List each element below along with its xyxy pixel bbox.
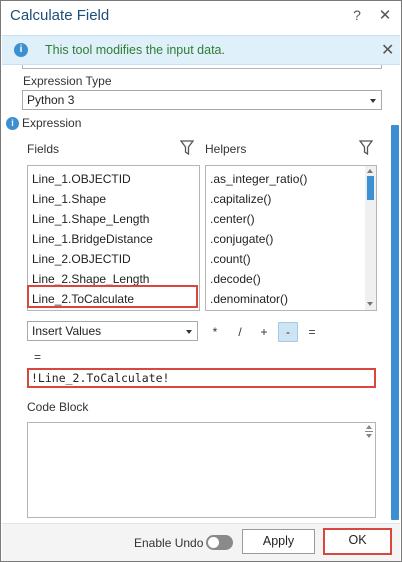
main-scrollbar[interactable] <box>390 65 400 523</box>
dialog-title: Calculate Field <box>10 7 110 24</box>
scroll-up-icon[interactable] <box>367 169 373 173</box>
title-bar: Calculate Field ? ✕ <box>1 1 401 33</box>
list-item[interactable]: Line_1.BridgeDistance <box>32 229 153 249</box>
list-item[interactable]: .decode() <box>210 269 261 289</box>
info-banner: i This tool modifies the input data. ✕ <box>2 35 400 65</box>
list-item[interactable]: .conjugate() <box>210 229 273 249</box>
toggle-knob <box>208 537 219 548</box>
ok-button[interactable]: OK <box>323 528 392 555</box>
enable-undo-toggle[interactable] <box>206 535 233 550</box>
divide-operator-button[interactable]: / <box>230 322 250 342</box>
list-item[interactable]: Line_1.OBJECTID <box>32 169 131 189</box>
selected-field-highlight <box>27 285 198 308</box>
list-item[interactable]: .capitalize() <box>210 189 271 209</box>
helpers-list[interactable]: .as_integer_ratio() .capitalize() .cente… <box>205 165 377 311</box>
apply-button[interactable]: Apply <box>242 529 315 554</box>
close-icon[interactable]: ✕ <box>377 6 393 24</box>
multiply-operator-button[interactable]: * <box>205 322 225 342</box>
insert-values-value: Insert Values <box>32 324 102 338</box>
expression-type-value: Python 3 <box>27 93 75 107</box>
subtract-operator-button[interactable]: - <box>278 322 298 342</box>
expression-type-label: Expression Type <box>23 74 112 88</box>
list-item[interactable]: Line_2.OBJECTID <box>32 249 131 269</box>
parameters-pane: Expression Type Python 3 i Expression Fi… <box>2 65 400 523</box>
fields-label: Fields <box>27 142 60 156</box>
info-icon: i <box>14 43 28 57</box>
helpers-label: Helpers <box>205 142 247 156</box>
banner-message: This tool modifies the input data. <box>45 43 225 57</box>
list-item[interactable]: .center() <box>210 209 255 229</box>
scroll-down-icon[interactable] <box>367 302 373 306</box>
main-scroll-thumb[interactable] <box>391 125 399 520</box>
expression-input[interactable]: !Line_2.ToCalculate! <box>27 368 376 388</box>
expression-label: Expression <box>22 116 82 130</box>
expression-info-icon[interactable]: i <box>6 117 19 130</box>
expression-type-select[interactable]: Python 3 <box>22 90 382 110</box>
help-icon[interactable]: ? <box>350 7 364 23</box>
helpers-scrollbar[interactable] <box>365 166 376 310</box>
list-item[interactable]: .denominator() <box>210 289 288 309</box>
add-operator-button[interactable]: + <box>254 322 274 342</box>
enable-undo-label: Enable Undo <box>134 536 204 550</box>
calculate-field-dialog: Calculate Field ? ✕ i This tool modifies… <box>0 0 402 562</box>
list-item[interactable]: Line_1.Shape_Length <box>32 209 149 229</box>
assignment-equals: = <box>34 350 42 364</box>
insert-values-select[interactable]: Insert Values <box>27 321 198 341</box>
expand-icon[interactable] <box>364 424 374 440</box>
code-block-input[interactable] <box>27 422 376 518</box>
fields-filter-icon[interactable] <box>180 140 194 156</box>
chevron-down-icon <box>186 330 192 334</box>
previous-field-input[interactable] <box>22 65 382 69</box>
banner-close-icon[interactable]: ✕ <box>381 40 394 60</box>
chevron-down-icon <box>370 99 376 103</box>
helpers-scroll-thumb[interactable] <box>367 176 374 200</box>
helpers-filter-icon[interactable] <box>359 140 373 156</box>
code-block-label: Code Block <box>27 400 89 414</box>
list-item[interactable]: .count() <box>210 249 251 269</box>
expression-text: !Line_2.ToCalculate! <box>31 371 170 385</box>
equals-operator-button[interactable]: = <box>302 322 322 342</box>
dialog-footer: Enable Undo Apply OK <box>2 523 400 561</box>
list-item[interactable]: .as_integer_ratio() <box>210 169 307 189</box>
list-item[interactable]: Line_1.Shape <box>32 189 106 209</box>
